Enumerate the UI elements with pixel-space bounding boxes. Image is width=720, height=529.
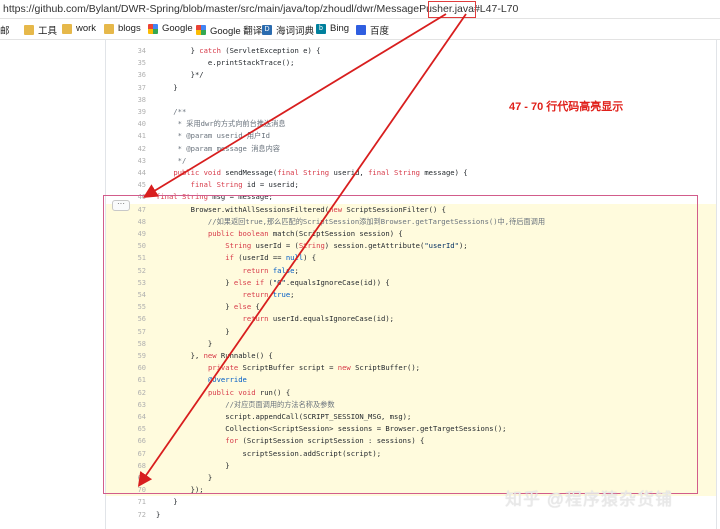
arrow-to-line-47 [142, 13, 447, 198]
annotation-arrows [137, 13, 467, 487]
arrow-to-line-70 [137, 13, 467, 487]
